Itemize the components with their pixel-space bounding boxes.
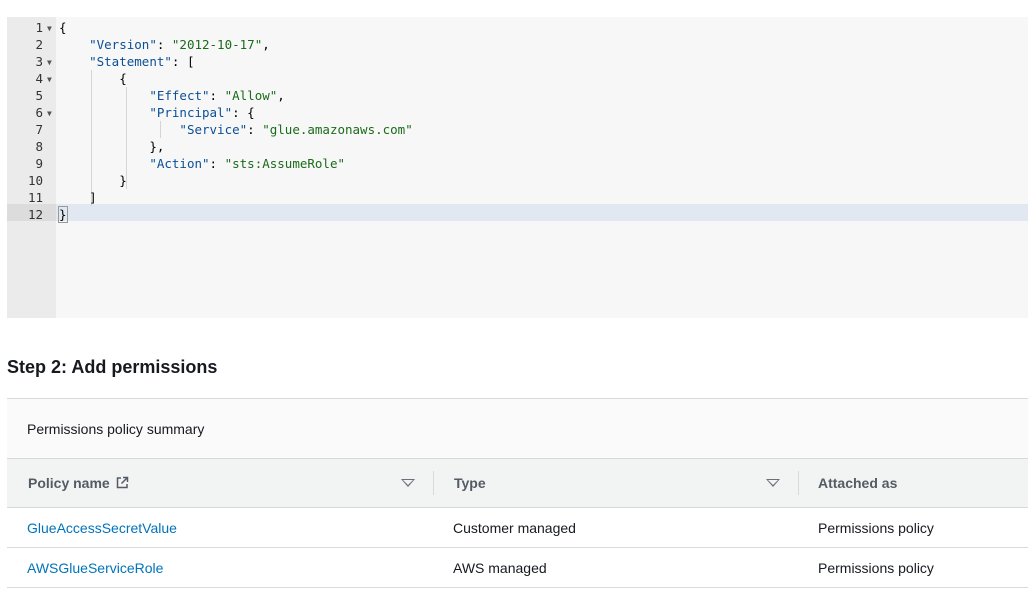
code-line-active: } (56, 206, 1028, 223)
code-line: "Principal": { (56, 104, 1028, 121)
column-header-type[interactable]: Type (454, 475, 486, 491)
line-number: 11 (27, 190, 43, 205)
gutter-line: 11 (7, 189, 56, 206)
column-header-policy-name[interactable]: Policy name (28, 475, 129, 491)
json-punct: : [ (171, 54, 195, 69)
gutter-line: 7 (7, 121, 56, 138)
fold-arrow-icon[interactable]: ▼ (47, 105, 52, 122)
json-brace: } (119, 173, 127, 188)
attached-as-cell: Permissions policy (818, 560, 934, 576)
table-row: AWSGlueServiceRole AWS managed Permissio… (7, 548, 1028, 588)
json-key: "Action" (149, 156, 210, 171)
policy-name-link[interactable]: GlueAccessSecretValue (27, 520, 177, 536)
json-key: "Effect" (149, 88, 210, 103)
external-link-icon (116, 476, 128, 489)
gutter-line: 10 (7, 172, 56, 189)
code-line: "Effect": "Allow", (149, 88, 285, 103)
step-title: Step 2: Add permissions (7, 357, 218, 377)
code-line: { (56, 70, 1028, 87)
fold-arrow-icon[interactable]: ▼ (47, 71, 52, 88)
code-line: }, (56, 138, 1028, 155)
json-string: "sts:AssumeRole" (224, 156, 346, 171)
code-line: "Version": "2012-10-17", (89, 37, 270, 52)
policy-type-cell: Customer managed (453, 520, 576, 536)
json-punct: : { (232, 105, 255, 120)
sort-down-icon[interactable] (766, 479, 780, 487)
code-line: "Action": "sts:AssumeRole" (149, 156, 346, 171)
column-header-label: Attached as (818, 475, 898, 491)
code-line: } (56, 172, 1028, 189)
code-line: "Statement": [ (56, 53, 1028, 70)
code-line: ] (56, 189, 1028, 206)
editor-gutter: 1 ▼ 2 3 ▼ 4 ▼ 5 6 ▼ 7 8 9 10 11 12 (7, 17, 56, 318)
gutter-line: 9 (7, 155, 56, 172)
sort-down-icon[interactable] (401, 479, 415, 487)
gutter-line: 8 (7, 138, 56, 155)
column-header-label: Policy name (28, 475, 110, 491)
gutter-line: 12 (7, 206, 56, 223)
line-number: 4 (35, 71, 43, 86)
permissions-policy-panel: Permissions policy summary Policy name T… (7, 398, 1028, 589)
json-string: "glue.amazonaws.com" (262, 122, 413, 137)
fold-arrow-icon[interactable]: ▼ (47, 54, 52, 71)
column-header-label: Type (454, 475, 486, 491)
code-line: "Service": "glue.amazonaws.com" (179, 122, 413, 137)
table-header-row: Policy name Type Attached as (7, 459, 1028, 508)
json-string: "Allow" (224, 88, 278, 103)
gutter-line: 3 ▼ (7, 53, 56, 70)
column-separator[interactable] (433, 471, 434, 495)
json-brace: { (59, 20, 67, 35)
policy-type-cell: AWS managed (453, 560, 547, 576)
permissions-panel-header: Permissions policy summary (7, 399, 1028, 459)
gutter-line: 2 (7, 36, 56, 53)
fold-arrow-icon[interactable]: ▼ (47, 20, 52, 37)
line-number: 6 (35, 105, 43, 120)
line-number: 1 (35, 20, 43, 35)
line-number: 5 (35, 88, 43, 103)
attached-as-cell: Permissions policy (818, 520, 934, 536)
code-area[interactable]: { "Version": "2012-10-17", "Statement": … (56, 17, 1028, 318)
json-brace: }, (149, 139, 165, 154)
code-line: { (56, 19, 1028, 36)
json-key: "Service" (179, 122, 248, 137)
permissions-panel-title: Permissions policy summary (27, 421, 205, 437)
json-policy-editor[interactable]: 1 ▼ 2 3 ▼ 4 ▼ 5 6 ▼ 7 8 9 10 11 12 { "Versio… (7, 17, 1028, 318)
line-number: 9 (35, 156, 43, 171)
line-number: 12 (27, 207, 43, 222)
line-number: 10 (27, 173, 43, 188)
column-separator[interactable] (798, 471, 799, 495)
line-number: 7 (35, 122, 43, 137)
json-brace: { (119, 71, 127, 86)
gutter-line: 4 ▼ (7, 70, 56, 87)
json-key: "Principal" (149, 105, 233, 120)
json-key: "Version" (89, 37, 157, 52)
column-header-attached-as: Attached as (818, 475, 897, 491)
gutter-line: 5 (7, 87, 56, 104)
line-number: 8 (35, 139, 43, 154)
gutter-line: 1 ▼ (7, 19, 56, 36)
json-brace-matched: } (58, 206, 68, 223)
table-row: GlueAccessSecretValue Customer managed P… (7, 508, 1028, 548)
line-number: 3 (35, 54, 43, 69)
json-string: "2012-10-17" (171, 37, 263, 52)
line-number: 2 (35, 37, 43, 52)
policy-name-link[interactable]: AWSGlueServiceRole (27, 560, 163, 576)
json-key: "Statement" (89, 54, 172, 69)
gutter-line: 6 ▼ (7, 104, 56, 121)
json-bracket: ] (89, 190, 97, 205)
